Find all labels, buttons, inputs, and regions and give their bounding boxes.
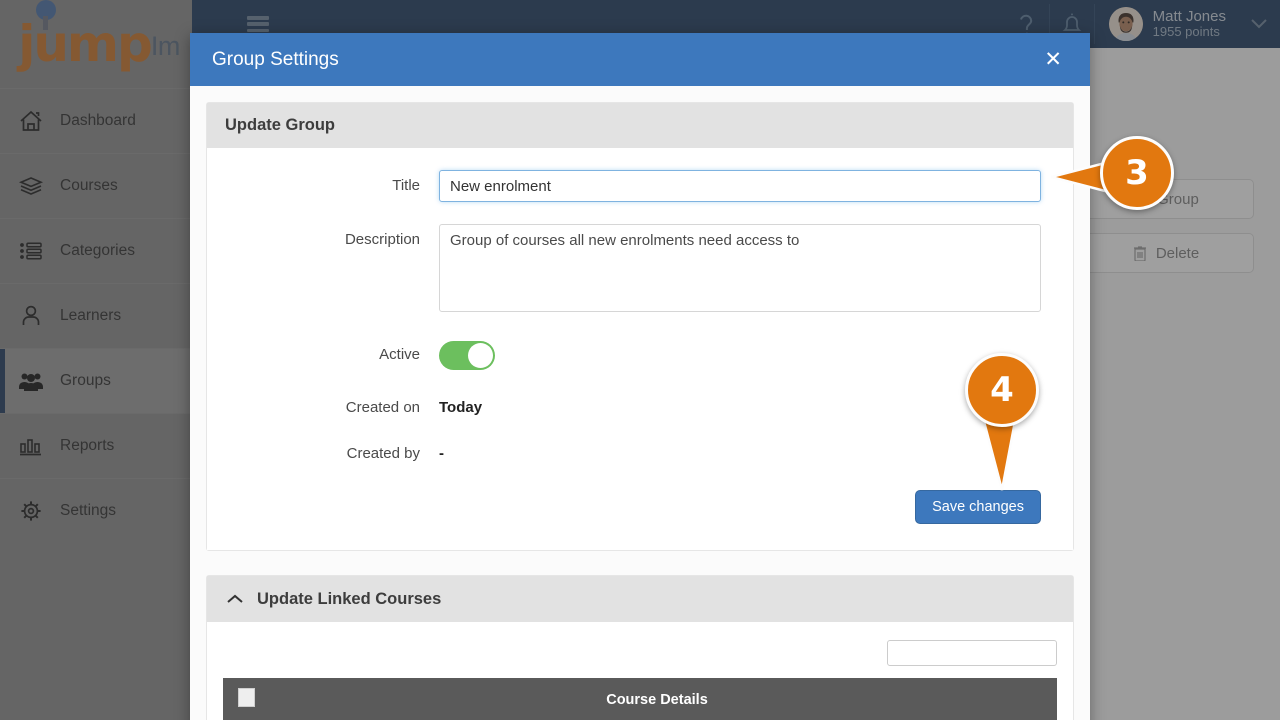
callout-number: 4 xyxy=(990,370,1014,410)
title-field-row: Title xyxy=(207,170,1073,202)
modal-header: Group Settings ✕ xyxy=(190,33,1090,86)
chevron-up-icon xyxy=(227,594,243,603)
update-group-heading: Update Group xyxy=(207,103,1073,148)
courses-table: Course Details Assign Title Description … xyxy=(223,678,1057,720)
callout-number: 3 xyxy=(1125,153,1149,193)
select-all-header[interactable] xyxy=(223,678,257,720)
save-changes-button[interactable]: Save changes xyxy=(915,490,1041,524)
description-label: Description xyxy=(344,231,420,248)
course-search-input[interactable] xyxy=(894,642,1070,664)
callout-badge-3: 3 xyxy=(1100,136,1174,210)
linked-courses-panel: Update Linked Courses Course Details xyxy=(206,575,1074,720)
created-by-value: - xyxy=(439,445,444,462)
active-toggle[interactable] xyxy=(439,341,495,370)
course-search-box[interactable] xyxy=(887,640,1070,666)
callout-badge-4: 4 xyxy=(965,353,1039,427)
description-input[interactable] xyxy=(439,224,1041,312)
course-details-header: Course Details xyxy=(257,678,1057,720)
close-icon[interactable]: ✕ xyxy=(1038,45,1068,74)
linked-courses-heading: Update Linked Courses xyxy=(257,589,442,608)
modal-title: Group Settings xyxy=(212,48,339,70)
title-input[interactable] xyxy=(439,170,1041,202)
created-by-row: Created by - xyxy=(207,438,1073,462)
group-settings-modal: Group Settings ✕ Update Group Title Desc… xyxy=(190,33,1090,720)
created-on-label: Created on xyxy=(345,399,420,416)
active-label: Active xyxy=(379,346,420,363)
checkbox-icon[interactable] xyxy=(237,688,255,707)
linked-courses-heading-bar[interactable]: Update Linked Courses xyxy=(207,576,1073,622)
update-group-panel: Update Group Title Description Active xyxy=(206,102,1074,551)
modal-body: Update Group Title Description Active xyxy=(190,86,1090,720)
title-label: Title xyxy=(392,177,420,194)
active-field-row: Active xyxy=(207,339,1073,370)
created-on-row: Created on Today xyxy=(207,392,1073,416)
created-by-label: Created by xyxy=(346,445,420,462)
description-field-row: Description xyxy=(207,224,1073,317)
created-on-value: Today xyxy=(439,399,483,416)
